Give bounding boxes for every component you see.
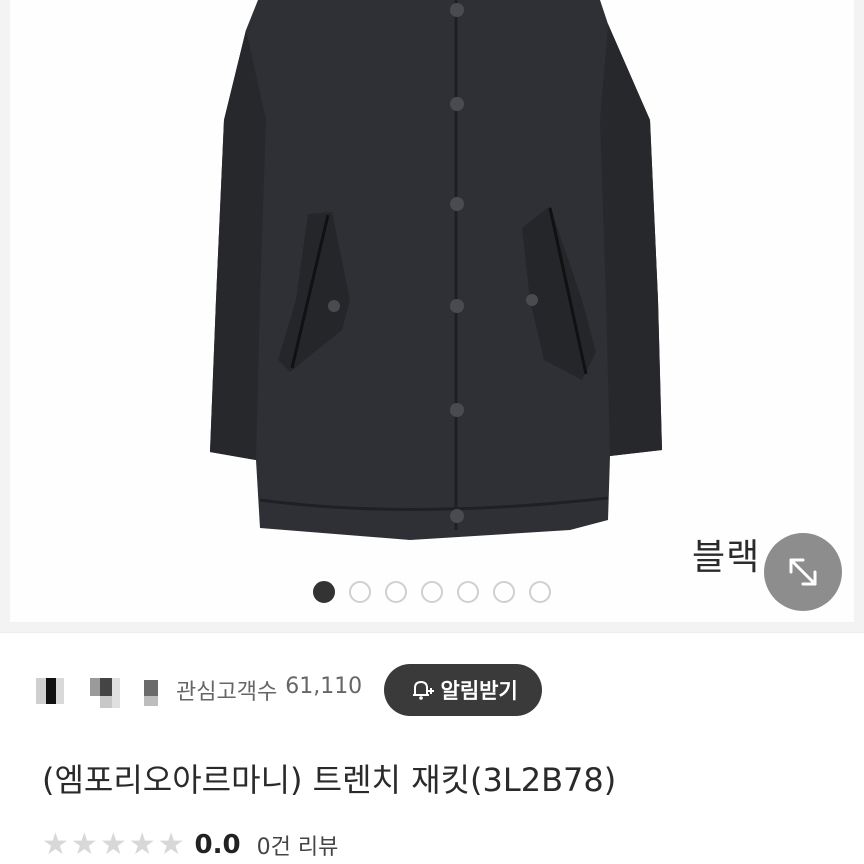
alarm-label: 알림받기 [440, 679, 518, 703]
pagination-dot[interactable] [421, 581, 443, 603]
pagination-dot[interactable] [313, 581, 335, 603]
rating-row[interactable]: ★ ★ ★ ★ ★ 0.0 0건 리뷰 [42, 825, 338, 864]
watchers-count: 관심고객수 61,110 [176, 674, 362, 706]
pagination-dot[interactable] [493, 581, 515, 603]
section-divider [0, 632, 864, 644]
alarm-button[interactable]: 알림받기 [384, 664, 543, 716]
pagination-dot[interactable] [457, 581, 479, 603]
star-rating: ★ ★ ★ ★ ★ [42, 830, 185, 860]
pagination-dot[interactable] [529, 581, 551, 603]
bell-plus-icon [412, 680, 434, 700]
gallery-pagination [313, 581, 551, 603]
rating-score: 0.0 [194, 830, 241, 860]
review-count-link[interactable]: 0건 리뷰 [257, 829, 339, 861]
seller-row: 관심고객수 61,110 알림받기 [36, 664, 836, 716]
watchers-label: 관심고객수 [176, 680, 278, 705]
star-icon: ★ [42, 827, 69, 862]
star-icon: ★ [128, 827, 156, 862]
expand-arrows-icon [789, 558, 817, 586]
seller-name-blurred[interactable] [36, 670, 162, 710]
zoom-button[interactable] [764, 533, 842, 611]
star-icon: ★ [157, 827, 185, 862]
color-label: 블랙 [692, 537, 761, 578]
product-title: (엠포리오아르마니) 트렌치 재킷(3L2B78) [42, 761, 617, 799]
watchers-number: 61,110 [285, 674, 363, 699]
pagination-dot[interactable] [385, 581, 407, 603]
product-image-gallery[interactable]: 블랙 [0, 0, 864, 632]
star-icon: ★ [70, 827, 98, 862]
product-photo[interactable]: 블랙 [10, 0, 854, 622]
pagination-dot[interactable] [349, 581, 371, 603]
star-icon: ★ [99, 827, 127, 862]
